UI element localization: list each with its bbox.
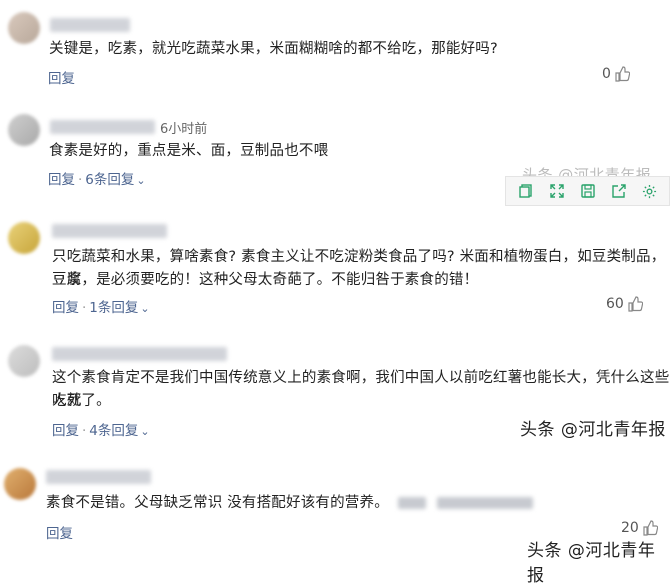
thumbs-up-icon [628,296,643,312]
comment-4: 这个素食肯定不是我们中国传统意义上的素食啊，我们中国人以前吃红薯也能长大，凭什么… [0,335,671,455]
like-button[interactable]: 60 [606,296,643,312]
comment-actions: 回复 [46,522,73,542]
username-blurred[interactable] [52,224,167,238]
like-count: 20 [621,520,639,536]
avatar[interactable] [8,345,40,377]
chevron-down-icon[interactable]: ⌄ [136,174,145,187]
comment-text-line-2: 吃死了。 [52,393,111,409]
fullscreen-icon[interactable] [548,182,566,200]
comment-actions: 回复 · 6条回复 ⌄ [48,168,146,188]
comment-1: 关键是，吃素，就光吃蔬菜水果，米面糊糊啥的都不给吃，那能好吗? 回复 0 [0,0,671,100]
username-blurred[interactable] [50,120,155,134]
view-replies-link[interactable]: 6条回复 [85,172,134,188]
watermark: 头条 @河北青年报 [520,420,666,440]
reply-link[interactable]: 回复 [46,526,73,542]
reply-link[interactable]: 回复 [48,172,75,188]
blurred-text [397,497,426,509]
settings-icon[interactable] [641,182,659,200]
view-replies-link[interactable]: 1条回复 [89,300,138,316]
separator: · [82,423,87,439]
separator: · [78,172,83,188]
share-icon[interactable] [610,182,628,200]
blurred-text [436,497,533,509]
reply-link[interactable]: 回复 [52,300,79,316]
comment-text-line-2: 豆浆，是必须要吃的！这种父母太奇葩了。不能归咎于素食的错！ [52,272,479,288]
comment-text-content: 素食不是错。父母缺乏常识 没有搭配好该有的营养。 [46,495,389,511]
like-button[interactable]: 0 [602,66,630,82]
username-blurred[interactable] [46,470,151,484]
reply-link[interactable]: 回复 [48,71,75,87]
thumbs-up-icon [615,66,630,82]
username-blurred[interactable] [50,18,130,32]
like-button[interactable]: 20 [621,520,658,536]
view-replies-link[interactable]: 4条回复 [89,423,138,439]
reply-link[interactable]: 回复 [52,423,79,439]
separator: · [82,300,87,316]
like-count: 60 [606,296,624,312]
avatar[interactable] [8,114,40,146]
username-blurred[interactable] [52,347,227,361]
like-count: 0 [602,66,611,82]
comment-3: 只吃蔬菜和水果，算啥素食? 素食主义让不吃淀粉类食品了吗? 米面和植物蛋白，如豆… [0,210,671,330]
save-icon[interactable] [579,182,597,200]
comment-text: 食素是好的，重点是米、面，豆制品也不喂 [49,143,329,159]
comment-actions: 回复 · 1条回复 ⌄ [52,296,150,316]
copy-icon[interactable] [517,182,535,200]
comment-5: 素食不是错。父母缺乏常识 没有搭配好该有的营养。 回复 20 头条 @河北青年报 [0,460,671,586]
avatar[interactable] [8,12,40,44]
comment-time: 6小时前 [160,122,208,137]
comment-actions: 回复 · 4条回复 ⌄ [52,419,150,439]
avatar[interactable] [4,468,36,500]
comment-text-line-1: 这个素食肯定不是我们中国传统意义上的素食啊，我们中国人以前吃红薯也能长大，凭什么… [52,370,670,409]
watermark: 头条 @河北青年报 [527,541,656,586]
comment-text: 关键是，吃素，就光吃蔬菜水果，米面糊糊啥的都不给吃，那能好吗? [49,41,498,57]
avatar[interactable] [8,222,40,254]
chevron-down-icon[interactable]: ⌄ [140,302,149,315]
comment-text: 素食不是错。父母缺乏常识 没有搭配好该有的营养。 [46,492,533,515]
thumbs-up-icon [643,520,658,536]
comment-actions: 回复 [48,67,75,87]
chevron-down-icon[interactable]: ⌄ [140,425,149,438]
image-toolbar [505,176,670,206]
